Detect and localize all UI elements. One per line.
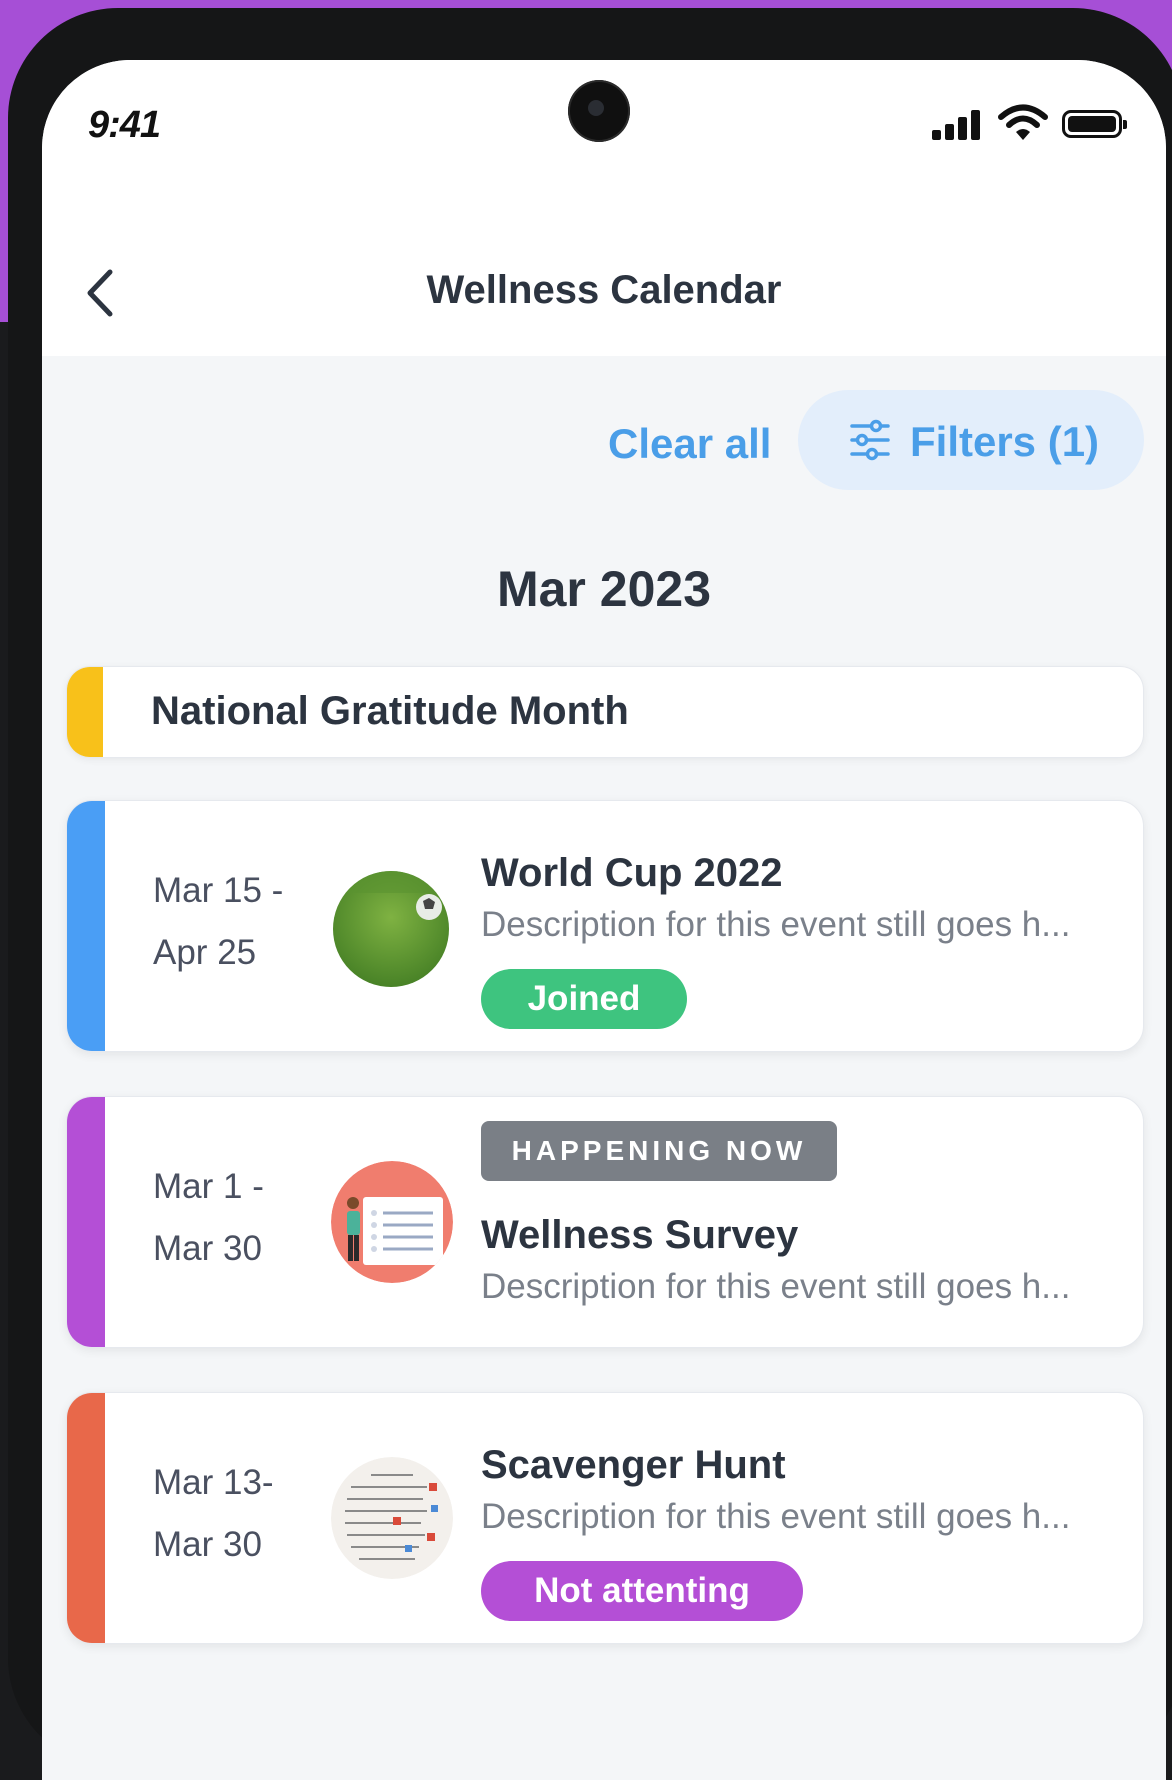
event-description: Description for this event still goes h.… [481,1267,1071,1306]
event-image-soccer [333,871,449,987]
event-title: World Cup 2022 [481,851,783,895]
banner-accent-bar [67,667,103,757]
event-title: Wellness Survey [481,1213,799,1257]
event-date-end: Mar 30 [153,1229,262,1268]
phone-screen: 9:41 Wellness Calendar Clear all Filters… [42,60,1166,1780]
status-time: 9:41 [88,104,161,146]
filters-label: Filters (1) [910,418,1100,465]
event-description: Description for this event still goes h.… [481,905,1071,944]
event-date-start: Mar 1 - [153,1167,264,1206]
filters-button[interactable]: Filters (1) [798,390,1144,490]
event-description: Description for this event still goes h.… [481,1497,1071,1536]
month-heading: Mar 2023 [496,561,712,617]
sliders-icon [850,419,890,461]
month-banner[interactable]: National Gratitude Month [66,666,1144,758]
event-card-wellness-survey[interactable]: Mar 1 - Mar 30 HAPPENING NOW Wellness Su… [66,1096,1144,1348]
event-date-start: Mar 15 - [153,871,284,910]
top-bar: 9:41 Wellness Calendar [42,60,1166,356]
wifi-icon [998,104,1048,140]
happening-now-tag: HAPPENING NOW [481,1121,837,1181]
event-date-start: Mar 13- [153,1463,274,1502]
signal-icon [932,110,984,140]
page-title: Wellness Calendar [426,268,782,312]
battery-icon [1062,110,1127,138]
event-date-end: Mar 30 [153,1525,262,1564]
event-date-end: Apr 25 [153,933,257,972]
event-card-scavenger-hunt[interactable]: Mar 13- Mar 30 Scavenger Hunt Descriptio… [66,1392,1144,1644]
status-icons [932,104,1132,144]
event-accent-bar [67,801,105,1051]
event-title: Scavenger Hunt [481,1443,786,1487]
banner-title: National Gratitude Month [151,689,629,733]
event-image-scavenger [331,1457,453,1579]
status-badge-joined: Joined [481,969,687,1029]
front-camera [568,80,630,142]
phone-frame: 9:41 Wellness Calendar Clear all Filters… [8,8,1172,1780]
event-accent-bar [67,1097,105,1347]
event-card-world-cup[interactable]: Mar 15 - Apr 25 World Cup 2022 Descripti… [66,800,1144,1052]
event-accent-bar [67,1393,105,1643]
event-image-survey [331,1161,453,1283]
status-badge-not-attending: Not attenting [481,1561,803,1621]
clear-all-button[interactable]: Clear all [608,420,771,468]
